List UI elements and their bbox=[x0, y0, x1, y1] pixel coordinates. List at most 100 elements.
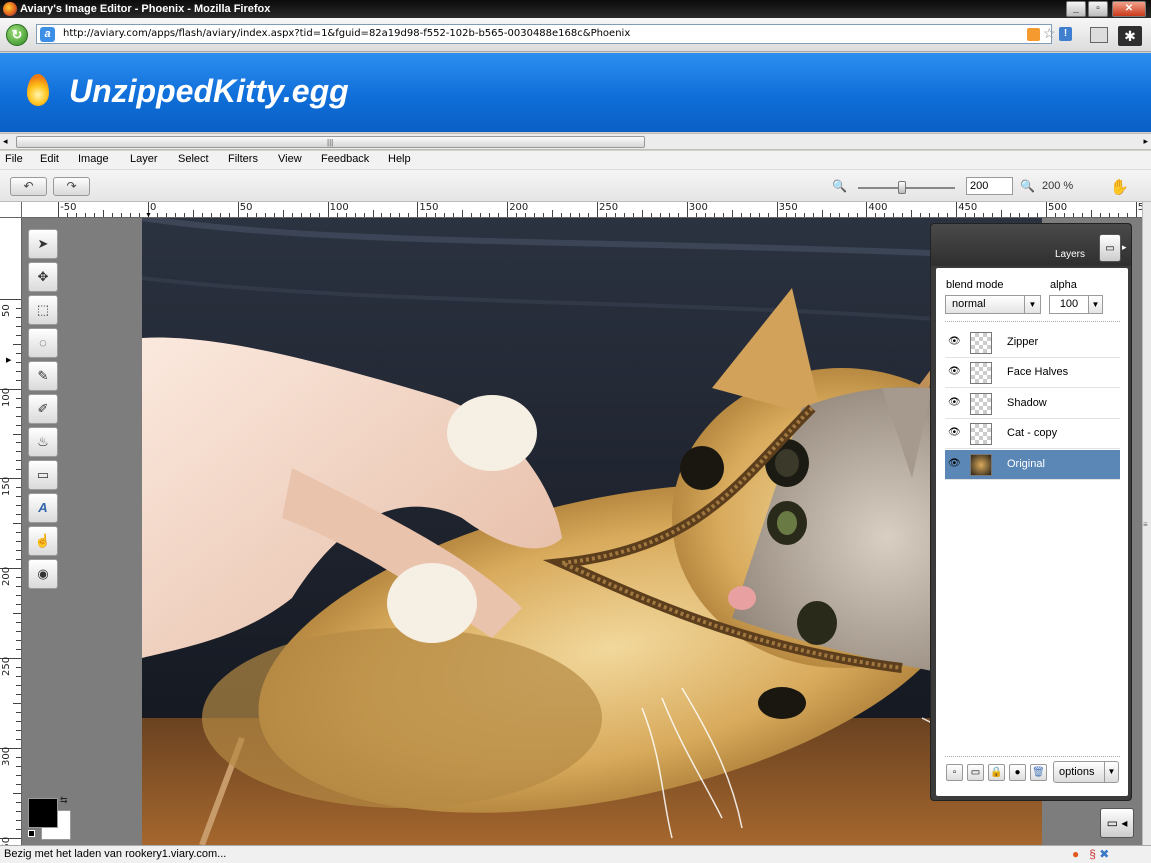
ruler-minor-tick bbox=[112, 213, 114, 217]
ruler-minor-tick bbox=[16, 496, 21, 498]
visibility-eye-icon[interactable]: 👁 bbox=[948, 337, 961, 347]
brush-tool-icon[interactable]: ✐ bbox=[28, 394, 58, 424]
menu-help[interactable]: Help bbox=[388, 153, 411, 165]
ruler-minor-tick bbox=[570, 213, 572, 217]
minimize-button[interactable]: _ bbox=[1066, 1, 1086, 17]
visibility-eye-icon[interactable]: 👁 bbox=[948, 459, 961, 469]
shape-tool-icon[interactable]: ▭ bbox=[28, 460, 58, 490]
scroll-right-arrow-icon[interactable]: ▸ bbox=[1143, 136, 1148, 147]
blend-mode-select[interactable]: normal ▼ bbox=[945, 295, 1041, 314]
lock-icon[interactable]: 🔒 bbox=[988, 764, 1005, 781]
ruler-minor-tick bbox=[695, 213, 697, 217]
ruler-minor-tick bbox=[1108, 213, 1110, 217]
move-tool-icon[interactable]: ✥ bbox=[28, 262, 58, 292]
layer-folder-icon[interactable]: ▭ bbox=[967, 764, 984, 781]
scroll-left-arrow-icon[interactable]: ◂ bbox=[3, 136, 8, 147]
close-button[interactable]: ✕ bbox=[1112, 1, 1146, 17]
firefox-status-icon[interactable]: ● bbox=[1072, 847, 1079, 861]
ruler-minor-tick bbox=[16, 370, 21, 372]
menu-filters[interactable]: Filters bbox=[228, 153, 258, 165]
trash-icon[interactable]: 🗑 bbox=[1030, 764, 1047, 781]
reload-icon[interactable]: ↻ bbox=[6, 24, 28, 46]
menu-feedback[interactable]: Feedback bbox=[321, 153, 369, 165]
bookmark-star-icon[interactable]: ☆ bbox=[1043, 25, 1056, 42]
layer-name: Face Halves bbox=[1007, 366, 1069, 378]
ruler-minor-tick bbox=[965, 213, 967, 217]
info-icon[interactable]: ! bbox=[1059, 27, 1072, 41]
image-canvas[interactable] bbox=[142, 218, 1042, 845]
ruler-minor-tick bbox=[588, 213, 590, 217]
visibility-eye-icon[interactable]: 👁 bbox=[948, 398, 961, 408]
chevron-down-icon: ▼ bbox=[1024, 296, 1040, 313]
ruler-top-label: 50 bbox=[239, 202, 253, 213]
menu-select[interactable]: Select bbox=[178, 153, 209, 165]
addon-status-icon[interactable]: § bbox=[1089, 847, 1096, 861]
undo-button[interactable]: ↶ bbox=[10, 177, 47, 196]
ruler-minor-tick bbox=[318, 213, 320, 217]
new-layer-icon[interactable]: ▫ bbox=[946, 764, 963, 781]
zoom-slider-knob[interactable] bbox=[897, 181, 906, 194]
ruler-minor-tick bbox=[16, 514, 21, 516]
ruler-major-tick bbox=[1135, 202, 1137, 217]
ruler-minor-tick bbox=[16, 819, 21, 821]
visibility-eye-icon[interactable]: 👁 bbox=[948, 367, 961, 377]
layer-row-shadow[interactable]: 👁 Shadow bbox=[945, 389, 1120, 419]
menu-layer[interactable]: Layer bbox=[130, 153, 158, 165]
hand-tool-icon[interactable]: ✋ bbox=[1110, 178, 1129, 196]
vertical-scrollbar[interactable]: ≡ bbox=[1142, 202, 1151, 845]
layers-panel-icon[interactable]: ▭ bbox=[1099, 234, 1121, 262]
horizontal-scrollbar[interactable]: ◂ ||| ▸ bbox=[0, 133, 1151, 150]
foreground-color-swatch[interactable] bbox=[28, 798, 58, 828]
tools-menu-icon[interactable]: ✱ bbox=[1118, 26, 1142, 46]
ruler-minor-tick bbox=[16, 666, 21, 668]
menu-view[interactable]: View bbox=[278, 153, 302, 165]
zoom-in-icon[interactable]: 🔍 bbox=[1020, 179, 1035, 193]
panel-collapse-icon[interactable]: ▸ bbox=[1122, 242, 1127, 253]
redo-button[interactable]: ↷ bbox=[53, 177, 90, 196]
smudge-tool-icon[interactable]: ☝ bbox=[28, 526, 58, 556]
url-bar[interactable]: a http://aviary.com/apps/flash/aviary/in… bbox=[36, 24, 1072, 44]
ruler-minor-tick bbox=[76, 213, 78, 217]
ruler-minor-tick bbox=[659, 213, 661, 217]
layer-effects-icon[interactable]: ● bbox=[1009, 764, 1026, 781]
scrollbar-thumb[interactable]: ||| bbox=[16, 136, 645, 148]
visibility-eye-icon[interactable]: 👁 bbox=[948, 428, 961, 438]
layer-row-face-halves[interactable]: 👁 Face Halves bbox=[945, 358, 1120, 388]
maximize-button[interactable]: ▫ bbox=[1088, 1, 1108, 17]
menu-file[interactable]: File bbox=[5, 153, 23, 165]
reset-colors-icon[interactable] bbox=[28, 830, 35, 837]
pointer-tool-icon[interactable]: ➤ bbox=[28, 229, 58, 259]
addon-x-icon[interactable]: ✖ bbox=[1099, 847, 1109, 861]
ruler-minor-tick bbox=[139, 213, 141, 217]
stamp-tool-icon[interactable]: ◉ bbox=[28, 559, 58, 589]
ruler-minor-tick bbox=[444, 213, 446, 217]
rss-icon[interactable] bbox=[1027, 28, 1040, 41]
ruler-minor-tick bbox=[1090, 210, 1092, 217]
ruler-minor-tick bbox=[614, 213, 616, 217]
marquee-tool-icon[interactable]: ⬚ bbox=[28, 295, 58, 325]
ruler-minor-tick bbox=[830, 213, 832, 217]
ruler-minor-tick bbox=[605, 213, 607, 217]
navigator-button[interactable]: ▭ ◂ bbox=[1100, 808, 1134, 838]
fill-tool-icon[interactable]: ♨ bbox=[28, 427, 58, 457]
lasso-tool-icon[interactable]: ◌ bbox=[28, 328, 58, 358]
alpha-select[interactable]: 100 ▼ bbox=[1049, 295, 1103, 314]
windows-icon[interactable] bbox=[1090, 27, 1108, 43]
eyedropper-tool-icon[interactable]: ✎ bbox=[28, 361, 58, 391]
ruler-top-label: 200 bbox=[509, 202, 529, 213]
zoom-input[interactable]: 200 bbox=[966, 177, 1013, 195]
zoom-slider[interactable] bbox=[858, 187, 955, 189]
ruler-minor-tick bbox=[16, 631, 21, 633]
layer-row-cat-copy[interactable]: 👁 Cat - copy bbox=[945, 419, 1120, 449]
layer-row-zipper[interactable]: 👁 Zipper bbox=[945, 328, 1120, 358]
options-button[interactable]: options ▼ bbox=[1053, 761, 1119, 783]
layer-row-original[interactable]: 👁 Original bbox=[945, 450, 1120, 480]
layer-name: Zipper bbox=[1007, 336, 1039, 348]
swap-colors-icon[interactable]: ⇆ bbox=[60, 795, 68, 806]
ruler-minor-tick bbox=[543, 213, 545, 217]
menu-image[interactable]: Image bbox=[78, 153, 109, 165]
ruler-minor-tick bbox=[16, 640, 21, 642]
text-tool-icon[interactable]: A bbox=[28, 493, 58, 523]
zoom-out-icon[interactable]: 🔍 bbox=[832, 179, 847, 193]
menu-edit[interactable]: Edit bbox=[40, 153, 59, 165]
